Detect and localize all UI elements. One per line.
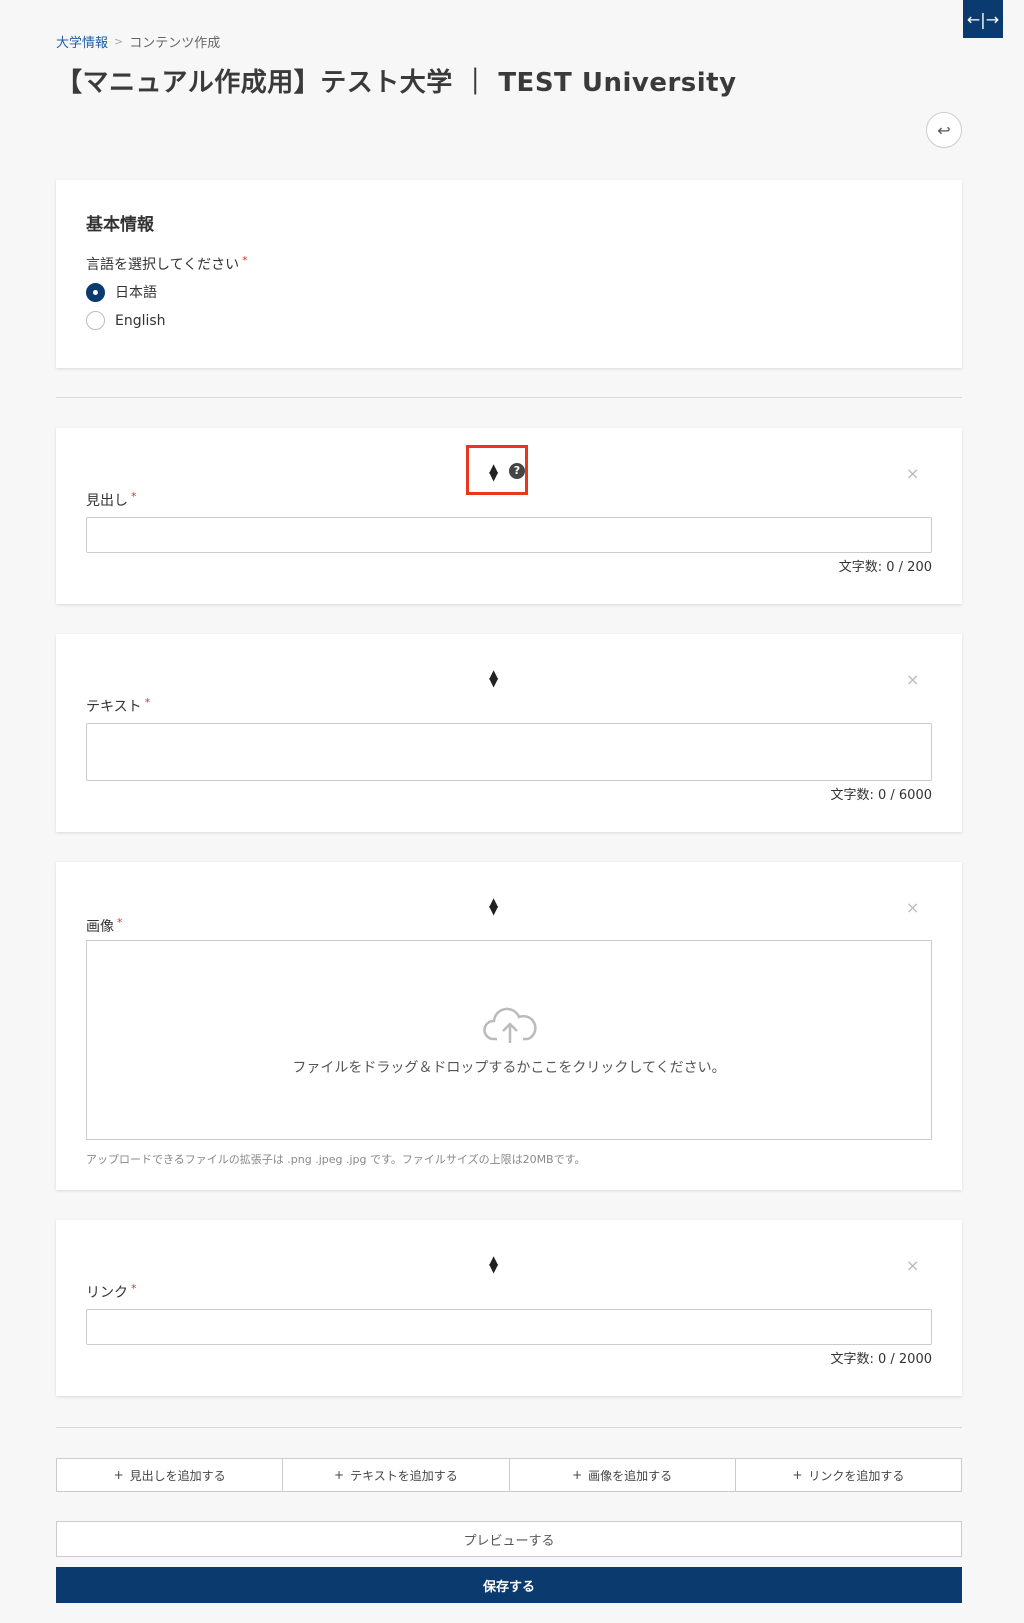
- radio-japanese[interactable]: 日本語: [86, 282, 157, 302]
- breadcrumb: 大学情報 > コンテンツ作成: [56, 32, 220, 51]
- language-label: 言語を選択してください *: [86, 254, 248, 273]
- plus-icon: +: [113, 1468, 124, 1482]
- divider: [56, 397, 962, 398]
- plus-icon: +: [334, 1468, 345, 1482]
- plus-icon: +: [792, 1468, 803, 1482]
- breadcrumb-home[interactable]: 大学情報: [56, 32, 108, 51]
- breadcrumb-separator: >: [114, 35, 124, 48]
- text-textarea[interactable]: [86, 723, 932, 781]
- radio-button-checked[interactable]: [86, 282, 105, 302]
- add-text-button[interactable]: + テキストを追加する: [283, 1458, 510, 1492]
- close-icon[interactable]: ×: [906, 670, 919, 689]
- image-label: 画像 *: [86, 916, 123, 935]
- expand-width-button[interactable]: ←|→: [963, 0, 1003, 38]
- breadcrumb-current: コンテンツ作成: [129, 36, 221, 51]
- text-block: ▲ ▼ × テキスト * 文字数: 0 / 6000: [56, 634, 962, 832]
- heading-counter: 文字数: 0 / 200: [838, 560, 932, 575]
- image-dropzone[interactable]: ファイルをドラッグ＆ドロップするかここをクリックしてください。: [86, 940, 932, 1140]
- link-label: リンク *: [86, 1282, 137, 1301]
- back-button[interactable]: ↩: [926, 112, 962, 148]
- add-heading-button[interactable]: + 見出しを追加する: [56, 1458, 284, 1492]
- page-title: 【マニュアル作成用】テスト大学 ｜ TEST University: [56, 68, 737, 98]
- back-icon: ↩: [937, 120, 951, 140]
- text-label: テキスト *: [86, 696, 151, 715]
- text-counter: 文字数: 0 / 6000: [830, 788, 932, 803]
- sort-icon[interactable]: ▲ ▼: [489, 462, 498, 482]
- close-icon[interactable]: ×: [906, 898, 919, 917]
- image-block: ▲ ▼ × 画像 * ファイルをドラッグ＆ドロップするかここをクリックしてください。…: [56, 862, 962, 1190]
- heading-input[interactable]: [86, 517, 932, 553]
- dropzone-text: ファイルをドラッグ＆ドロップするかここをクリックしてください。: [292, 1060, 726, 1076]
- add-block-toolbar: + 見出しを追加する + テキストを追加する + 画像を追加する + リンクを追…: [56, 1458, 962, 1492]
- plus-icon: +: [572, 1468, 583, 1482]
- sort-icon[interactable]: ▲ ▼: [489, 1254, 498, 1274]
- radio-label: English: [115, 312, 166, 329]
- add-image-button[interactable]: + 画像を追加する: [509, 1458, 736, 1492]
- sort-icon[interactable]: ▲ ▼: [489, 668, 498, 688]
- link-input[interactable]: [86, 1309, 932, 1345]
- add-link-button[interactable]: + リンクを追加する: [735, 1458, 962, 1492]
- preview-button[interactable]: プレビューする: [56, 1521, 962, 1557]
- radio-english[interactable]: English: [86, 311, 166, 330]
- save-button[interactable]: 保存する: [56, 1567, 962, 1603]
- basic-info-card: 基本情報 言語を選択してください * 日本語 English: [56, 180, 962, 368]
- section-title: 基本情報: [86, 215, 154, 235]
- help-icon[interactable]: ?: [509, 463, 525, 479]
- link-block: ▲ ▼ × リンク * 文字数: 0 / 2000: [56, 1220, 962, 1396]
- divider: [56, 1427, 962, 1428]
- link-counter: 文字数: 0 / 2000: [830, 1352, 932, 1367]
- expand-icon: ←|→: [966, 9, 1000, 29]
- sort-icon[interactable]: ▲ ▼: [489, 896, 498, 916]
- cloud-upload-icon: [483, 1007, 537, 1043]
- upload-hint: アップロードできるファイルの拡張子は .png .jpeg .jpg です。ファ…: [86, 1153, 586, 1166]
- heading-block: ▲ ▼ ? × 見出し * 文字数: 0 / 200: [56, 428, 962, 604]
- close-icon[interactable]: ×: [906, 464, 919, 483]
- radio-button[interactable]: [86, 311, 105, 330]
- heading-label: 見出し *: [86, 490, 137, 509]
- radio-label: 日本語: [115, 285, 157, 301]
- close-icon[interactable]: ×: [906, 1256, 919, 1275]
